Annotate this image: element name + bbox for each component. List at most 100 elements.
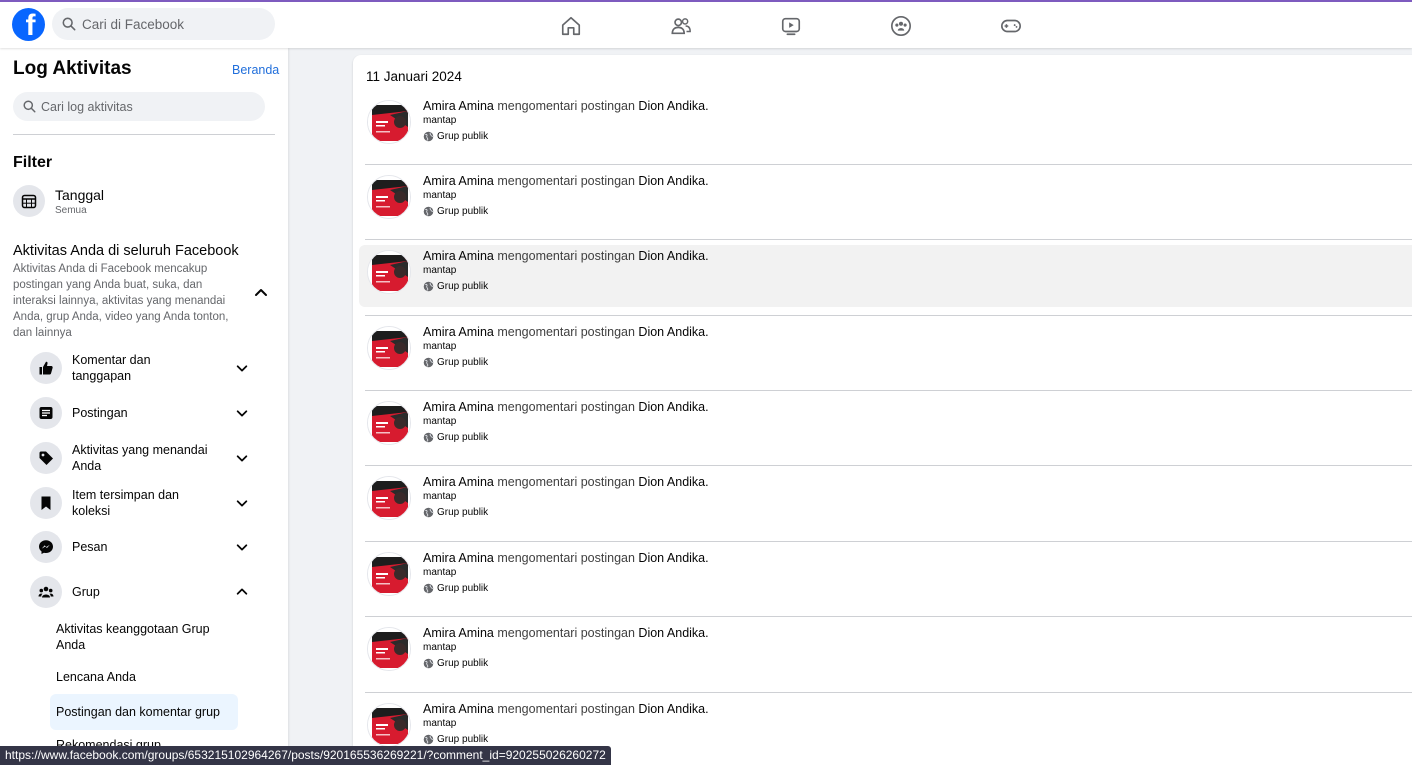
globe-icon xyxy=(423,357,437,368)
post-thumbnail[interactable] xyxy=(367,401,411,445)
activity-item[interactable]: Amira Amina mengomentari postingan Dion … xyxy=(359,465,1412,533)
activity-text: Amira Amina mengomentari postingan Dion … xyxy=(423,249,709,263)
calendar-icon xyxy=(21,194,37,209)
target-name[interactable]: Dion Andika xyxy=(638,626,705,640)
category-tagged[interactable]: Aktivitas yang menandai Anda xyxy=(30,442,270,474)
activity-item[interactable]: Amira Amina mengomentari postingan Dion … xyxy=(359,315,1412,383)
activity-item[interactable]: Amira Amina mengomentari postingan Dion … xyxy=(359,95,1412,157)
target-name[interactable]: Dion Andika xyxy=(638,174,705,188)
actor-name[interactable]: Amira Amina xyxy=(423,702,494,716)
post-thumbnail[interactable] xyxy=(367,476,411,520)
chevron-down-icon[interactable] xyxy=(235,540,249,554)
activity-item[interactable]: Amira Amina mengomentari postingan Dion … xyxy=(359,390,1412,458)
category-saved[interactable]: Item tersimpan dan koleksi xyxy=(30,487,270,519)
target-name[interactable]: Dion Andika xyxy=(638,99,705,113)
activity-verb: mengomentari postingan xyxy=(497,249,635,263)
post-thumbnail[interactable] xyxy=(367,175,411,219)
target-name[interactable]: Dion Andika xyxy=(638,249,705,263)
post-thumbnail[interactable] xyxy=(367,552,411,596)
audience-label: Grup publik xyxy=(437,357,489,368)
actor-name[interactable]: Amira Amina xyxy=(423,174,494,188)
comment-text: mantap xyxy=(423,491,457,502)
chevron-down-icon[interactable] xyxy=(235,451,249,465)
chevron-down-icon[interactable] xyxy=(235,496,249,510)
post-thumbnail[interactable] xyxy=(367,703,411,747)
chevron-up-icon[interactable] xyxy=(235,585,249,599)
category-comments[interactable]: Komentar dan tanggapan xyxy=(30,352,270,384)
category-icon-wrap xyxy=(30,531,62,563)
date-filter-label: Tanggal xyxy=(55,186,105,203)
facebook-search-input[interactable]: Cari di Facebook xyxy=(52,8,275,40)
activity-card: 11 Januari 2024 Amira Amina mengomentari… xyxy=(353,55,1412,765)
category-label: Pesan xyxy=(72,540,108,554)
gaming-icon xyxy=(1001,19,1021,33)
actor-name[interactable]: Amira Amina xyxy=(423,400,494,414)
activity-text: Amira Amina mengomentari postingan Dion … xyxy=(423,400,709,414)
groups-icon xyxy=(891,16,911,36)
globe-icon xyxy=(423,658,437,669)
home-link[interactable]: Beranda xyxy=(232,63,279,77)
activity-log-sidebar: Log Aktivitas Beranda Cari log aktivitas… xyxy=(0,48,288,765)
filter-heading: Filter xyxy=(13,154,53,171)
activity-item[interactable]: Amira Amina mengomentari postingan Dion … xyxy=(359,541,1412,609)
post-thumbnail[interactable] xyxy=(367,100,411,144)
main-nav xyxy=(550,10,1100,42)
activity-text: Amira Amina mengomentari postingan Dion … xyxy=(423,325,709,339)
audience: Grup publik xyxy=(423,507,488,518)
chevron-down-icon[interactable] xyxy=(235,361,249,375)
subitem-badges[interactable]: Lencana Anda xyxy=(56,669,226,685)
audience: Grup publik xyxy=(423,658,488,669)
activity-item[interactable]: Amira Amina mengomentari postingan Dion … xyxy=(359,616,1412,684)
audience-label: Grup publik xyxy=(437,432,489,443)
facebook-logo[interactable]: f xyxy=(12,8,45,41)
target-name[interactable]: Dion Andika xyxy=(638,325,705,339)
globe-icon xyxy=(423,507,437,518)
audience-label: Grup publik xyxy=(437,281,489,292)
chevron-up-icon[interactable] xyxy=(253,285,269,301)
top-navbar: f Cari di Facebook xyxy=(0,0,1412,48)
activity-section-header[interactable]: Aktivitas Anda di seluruh Facebook Aktiv… xyxy=(13,243,243,341)
activity-search-input[interactable]: Cari log aktivitas xyxy=(13,92,265,121)
post-thumbnail[interactable] xyxy=(367,250,411,294)
actor-name[interactable]: Amira Amina xyxy=(423,551,494,565)
target-name[interactable]: Dion Andika xyxy=(638,551,705,565)
nav-video[interactable] xyxy=(770,10,812,42)
subitem-group-posts-comments[interactable]: Postingan dan komentar grup xyxy=(56,704,226,720)
actor-name[interactable]: Amira Amina xyxy=(423,249,494,263)
actor-name[interactable]: Amira Amina xyxy=(423,325,494,339)
actor-name[interactable]: Amira Amina xyxy=(423,99,494,113)
globe-icon xyxy=(423,583,437,594)
actor-name[interactable]: Amira Amina xyxy=(423,626,494,640)
target-name[interactable]: Dion Andika xyxy=(638,702,705,716)
actor-name[interactable]: Amira Amina xyxy=(423,475,494,489)
target-name[interactable]: Dion Andika xyxy=(638,400,705,414)
item-divider xyxy=(365,239,1412,240)
search-icon xyxy=(23,100,36,113)
like-icon xyxy=(39,361,53,375)
nav-gaming[interactable] xyxy=(990,10,1032,42)
date-filter[interactable]: Tanggal Semua xyxy=(13,185,104,217)
subitem-group-membership[interactable]: Aktivitas keanggotaan Grup Anda xyxy=(56,621,226,653)
target-name[interactable]: Dion Andika xyxy=(638,475,705,489)
comment-text: mantap xyxy=(423,718,457,729)
activity-item[interactable]: Amira Amina mengomentari postingan Dion … xyxy=(359,239,1412,307)
category-groups[interactable]: Grup xyxy=(30,576,270,608)
item-divider xyxy=(365,465,1412,466)
nav-friends[interactable] xyxy=(660,10,702,42)
item-divider xyxy=(365,616,1412,617)
nav-groups[interactable] xyxy=(880,10,922,42)
activity-item[interactable]: Amira Amina mengomentari postingan Dion … xyxy=(359,164,1412,232)
post-thumbnail[interactable] xyxy=(367,627,411,671)
category-messages[interactable]: Pesan xyxy=(30,531,270,563)
chevron-down-icon[interactable] xyxy=(235,406,249,420)
activity-text: Amira Amina mengomentari postingan Dion … xyxy=(423,99,709,113)
category-label: Grup xyxy=(72,585,100,599)
category-icon-wrap xyxy=(30,442,62,474)
audience: Grup publik xyxy=(423,432,488,443)
activity-search-placeholder: Cari log aktivitas xyxy=(41,99,133,114)
category-posts[interactable]: Postingan xyxy=(30,397,270,429)
post-icon xyxy=(39,407,53,419)
post-thumbnail[interactable] xyxy=(367,326,411,370)
nav-home[interactable] xyxy=(550,10,592,42)
activity-verb: mengomentari postingan xyxy=(497,551,635,565)
